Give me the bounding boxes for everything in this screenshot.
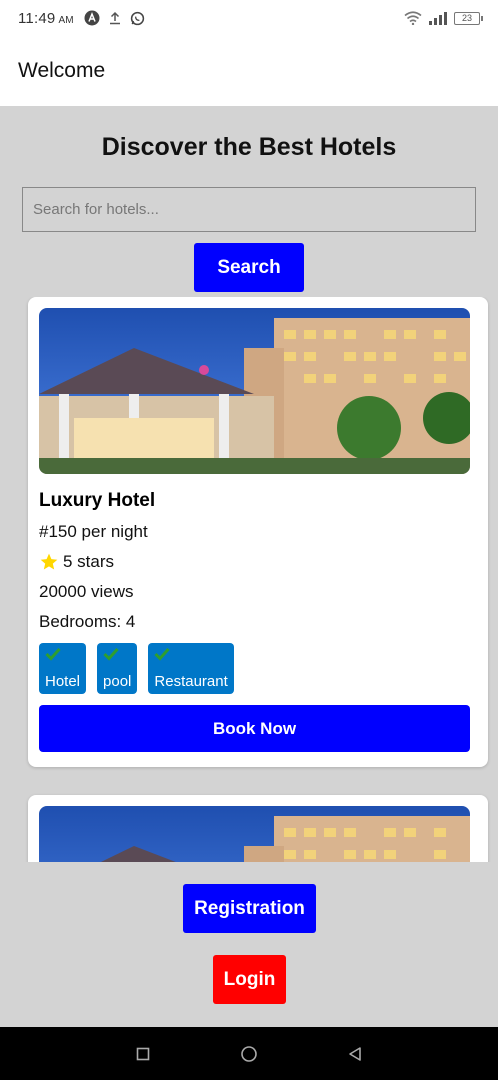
hotel-name: Luxury Hotel — [39, 490, 156, 511]
page-title: Discover the Best Hotels — [101, 133, 397, 161]
book-now-button[interactable]: Book Now — [39, 705, 470, 752]
back-icon[interactable] — [335, 1034, 375, 1074]
system-nav-bar — [0, 1027, 498, 1080]
amenity-tag: Restaurant — [148, 643, 234, 694]
hotel-rating-text: 5 stars — [63, 552, 115, 571]
amenity-tags: Hotel pool Restaurant — [39, 643, 470, 694]
whatsapp-icon — [130, 11, 145, 26]
hotel-card — [28, 795, 488, 862]
battery-icon: 23 — [454, 11, 483, 25]
check-icon — [45, 647, 61, 661]
star-icon — [39, 552, 59, 572]
amenity-label: pool — [103, 673, 132, 690]
status-time: 11:49 AM — [18, 9, 74, 27]
wifi-icon — [404, 11, 422, 25]
login-button[interactable]: Login — [213, 955, 286, 1004]
search-input[interactable] — [22, 187, 476, 232]
amenity-label: Hotel — [45, 673, 81, 690]
check-icon — [103, 647, 119, 661]
signal-icon — [428, 11, 448, 25]
hotel-image — [39, 806, 470, 862]
status-bar: 11:49 AM 23 — [0, 0, 498, 36]
home-icon[interactable] — [229, 1034, 269, 1074]
registration-button[interactable]: Registration — [183, 884, 316, 933]
recents-icon[interactable] — [123, 1034, 163, 1074]
check-icon — [154, 647, 171, 661]
app-bar: Welcome — [0, 36, 498, 106]
hotel-card: Luxury Hotel #150 per night 5 stars 2000… — [28, 297, 488, 767]
app-a-icon — [84, 10, 100, 26]
hotel-price: #150 per night — [39, 522, 148, 541]
app-bar-title: Welcome — [18, 59, 106, 82]
amenity-tag: pool — [97, 643, 138, 694]
search-button[interactable]: Search — [194, 243, 304, 292]
hotel-list[interactable]: Luxury Hotel #150 per night 5 stars 2000… — [0, 297, 498, 862]
amenity-tag: Hotel — [39, 643, 87, 694]
hotel-bedrooms: Bedrooms: 4 — [39, 612, 136, 631]
hotel-views: 20000 views — [39, 582, 134, 601]
hotel-rating: 5 stars — [39, 552, 470, 572]
upload-icon — [108, 11, 122, 25]
amenity-label: Restaurant — [154, 673, 228, 690]
hotel-image — [39, 308, 470, 474]
